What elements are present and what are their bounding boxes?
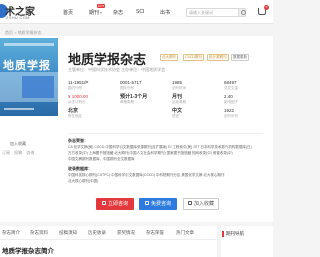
stat-item: 11-1951/P 国内刊号 [68, 80, 89, 90]
add-favorite-button[interactable]: 加入收藏 [183, 198, 219, 210]
submit-link[interactable]: 投稿 [14, 150, 22, 155]
cover-decoration [22, 76, 54, 98]
cover-decoration [4, 108, 34, 110]
journal-tag: 统计源期刊 [207, 54, 229, 61]
tab-info[interactable]: 杂志资料 [30, 230, 48, 236]
star-icon [187, 200, 192, 205]
chevron-down-icon: ▾ [100, 10, 103, 15]
site-logo-sub: ZSHU.COM [6, 15, 30, 20]
tab-guidelines[interactable]: 投稿须知 [59, 230, 77, 236]
journal-card: 地质学报 加入收藏 订阅 投稿 咨询 地质学报杂志 北大期刊 CSCD期刊 统计… [0, 36, 273, 222]
intro-section: 地质学报杂志简介 [0, 240, 217, 257]
collect-link[interactable]: 加入收藏 [10, 141, 26, 147]
page-root: 术之家 ZSHU.COM 首页 期刊▾ HOT 杂志 SCI 出书 请输入关键词… [0, 0, 273, 257]
stat-item: 1985 创刊时间 [172, 80, 186, 90]
stat-item: 68497 总发文量 [224, 80, 238, 90]
stat-item: 中文 语言 [172, 108, 183, 118]
cart-count-badge: 0 [264, 5, 269, 10]
tab-intro[interactable]: 杂志简介 [2, 230, 20, 236]
free-consult-button[interactable]: 免费咨询 [139, 198, 177, 210]
journal-cover-image: 地质学报 [0, 38, 58, 116]
phone-icon [144, 200, 149, 205]
intro-title: 地质学报杂志简介 [2, 248, 54, 255]
detail-tabs: 杂志简介 杂志资料 投稿须知 历史收录 获奖情况 杂志荣誉 热门文章 [0, 226, 217, 240]
stat-item: 1922 创刊年份 [224, 108, 238, 118]
database-text: 中国科技核心期刊(CSTPC) 中国科学引文数据库(CSCD) 中科院期刊分区 … [68, 173, 225, 183]
chat-icon [101, 200, 106, 205]
stat-item: 预计1-3个月 审稿周期 [120, 94, 148, 104]
journal-tag: 北大期刊 [160, 54, 178, 61]
update-tag: 数据更新 [231, 54, 249, 61]
cover-title: 地质学报 [3, 59, 51, 72]
tab-hot-articles[interactable]: 热门文章 [176, 230, 194, 236]
cover-links: 订阅 投稿 咨询 [2, 150, 37, 156]
tab-awards[interactable]: 获奖情况 [117, 230, 135, 236]
nav-item-sci[interactable]: SCI [136, 9, 144, 15]
tab-history[interactable]: 历史收录 [88, 230, 106, 236]
stat-item: 月刊 出版周期 [172, 94, 186, 104]
consult-link[interactable]: 咨询 [26, 150, 34, 155]
stat-item: 0001-5717 国际刊号 [120, 80, 142, 90]
stat-item: 北京 所在地区 [68, 108, 82, 118]
subscribe-link[interactable]: 订阅 [2, 150, 10, 155]
sponsor-line: 主管单位：中国科学技术协会 主办单位：中国地质学会 [68, 67, 166, 72]
cover-decoration [4, 43, 54, 46]
tab-honors[interactable]: 杂志荣誉 [146, 230, 164, 236]
nav-item-books[interactable]: 出书 [160, 9, 170, 16]
side-panel-title: 期刊导航 [222, 231, 244, 237]
top-nav: 术之家 ZSHU.COM 首页 期刊▾ HOT 杂志 SCI 出书 请输入关键词… [0, 0, 273, 24]
nav-item-home[interactable]: 首页 [63, 9, 73, 16]
journal-tag: CSCD期刊 [183, 54, 204, 61]
search-icon[interactable] [238, 8, 246, 17]
side-panel: 期刊导航 [221, 226, 273, 257]
consult-now-button[interactable]: 立即咨询 [96, 198, 134, 210]
search-input[interactable]: 请输入关键词 [186, 8, 239, 17]
stat-item: 2.40 影响因子 [224, 94, 238, 104]
hot-badge: HOT [97, 4, 106, 8]
honors-text: CA 化学文摘(美) CSCD 中国科学引文数据库来源期刊(含扩展版) EI 工… [68, 145, 252, 161]
nav-item-journals[interactable]: 期刊▾ [89, 9, 102, 16]
page-title: 地质学报杂志 [68, 52, 147, 67]
stat-item: ¥ 1000.00 杂志订购价 [68, 94, 89, 104]
divider [68, 133, 263, 134]
nav-item-magazines[interactable]: 杂志 [113, 9, 123, 16]
